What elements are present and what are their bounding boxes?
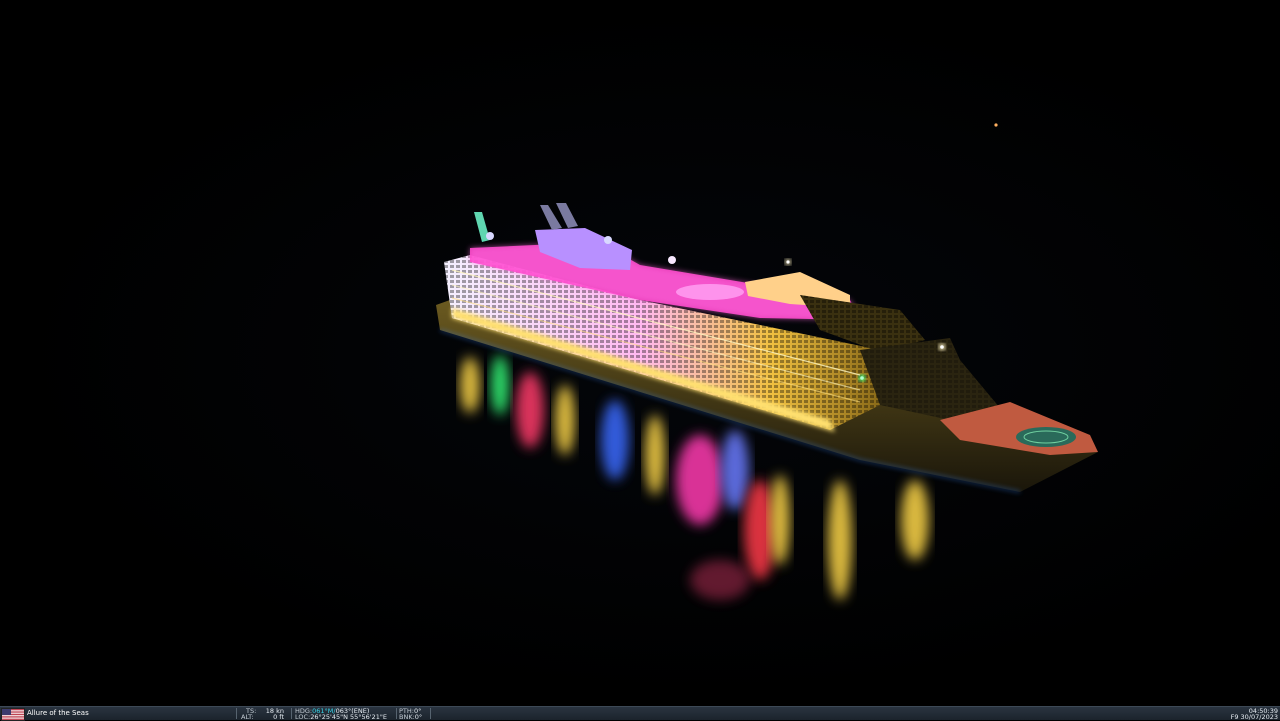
- status-bar: Allure of the Seas TS: 18 kn ALT: 0 ft H…: [0, 706, 1280, 721]
- clock-readout: 04:50:39 F9 30/07/2023: [1218, 707, 1278, 720]
- divider: [396, 708, 397, 719]
- divider: [430, 708, 431, 719]
- vessel-name: Allure of the Seas: [27, 709, 89, 717]
- heading-location-readout: HDG:061°M/063°(ENE) LOC:26°25'45"N 55°56…: [294, 707, 394, 721]
- attitude-readout: PTH:0° BNK:0°: [399, 707, 429, 721]
- divider: [291, 708, 292, 719]
- helipad: [1016, 427, 1076, 447]
- us-flag-icon: [1, 708, 25, 721]
- speed-altitude-readout: TS: 18 kn ALT: 0 ft: [240, 707, 286, 720]
- sim-viewport[interactable]: [0, 0, 1280, 706]
- distant-light: [994, 123, 998, 127]
- cruise-ship[interactable]: [436, 203, 1098, 493]
- night-scene: [436, 123, 1098, 600]
- divider: [236, 708, 237, 719]
